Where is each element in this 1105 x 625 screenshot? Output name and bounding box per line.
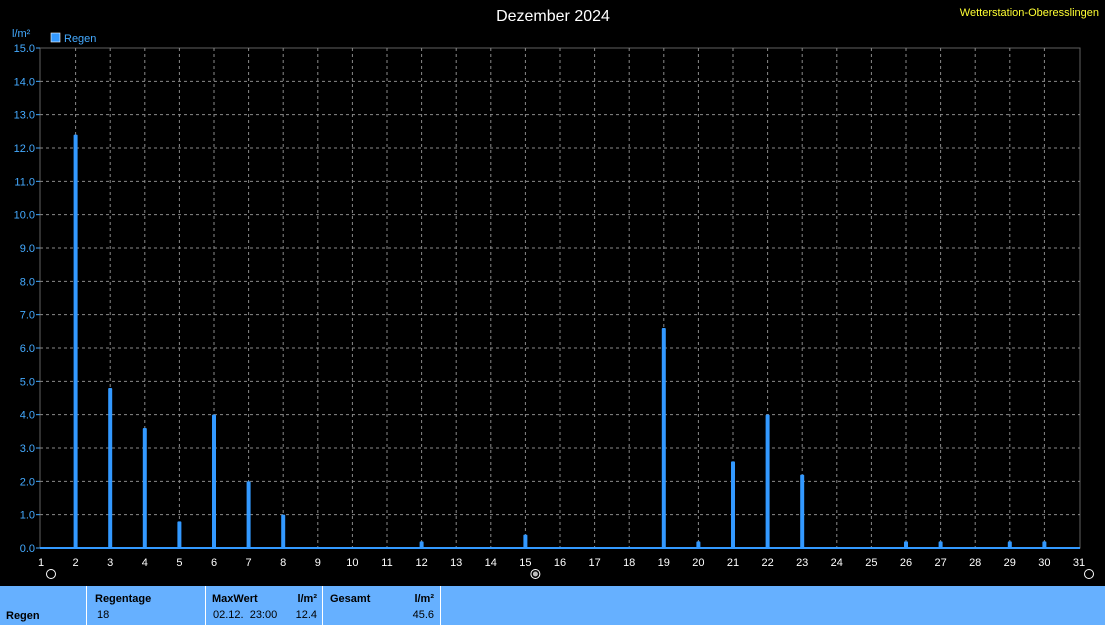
gesamt-unit: l/m²: [414, 593, 434, 605]
bar: [938, 541, 943, 548]
new-moon-icon: [1084, 569, 1094, 579]
bar: [765, 414, 770, 548]
x-tick-label: 1: [38, 557, 44, 569]
y-tick-label: 12.0: [14, 143, 35, 155]
bar: [1042, 541, 1047, 548]
y-tick-label: 13.0: [14, 110, 35, 122]
rain-chart: Dezember 2024 Wetterstation-Oberesslinge…: [12, 7, 1099, 579]
maxwert-date: 02.12. 23:00: [213, 609, 278, 621]
bar: [523, 534, 528, 548]
x-tick-label: 9: [315, 557, 321, 569]
x-tick-label: 22: [761, 557, 773, 569]
bar: [419, 541, 424, 548]
moon-phase-markers: [46, 569, 1094, 579]
y-tick-label: 10.0: [14, 210, 35, 222]
y-tick-label: 3.0: [20, 443, 35, 455]
stats-cell-gesamt: Gesamt l/m² 45.6: [323, 586, 441, 625]
bar: [661, 328, 666, 548]
regentage-label: Regentage: [95, 593, 152, 605]
x-tick-label: 21: [727, 557, 739, 569]
x-tick-label: 2: [73, 557, 79, 569]
y-tick-label: 1.0: [20, 510, 35, 522]
y-tick-label: 7.0: [20, 310, 35, 322]
x-tick-label: 11: [381, 557, 392, 569]
stats-panel: Regen Regentage 18 MaxWert l/m² 02.12. 2…: [0, 586, 1105, 625]
x-tick-label: 6: [211, 557, 217, 569]
grid: [39, 47, 1081, 549]
bar: [73, 134, 78, 548]
x-tick-label: 24: [831, 557, 843, 569]
bar: [1007, 541, 1012, 548]
x-tick-label: 18: [623, 557, 635, 569]
y-tick-label: 14.0: [14, 76, 35, 88]
chart-title: Dezember 2024: [496, 8, 610, 25]
x-tick-label: 31: [1073, 557, 1085, 569]
bar: [246, 481, 251, 548]
bar: [731, 461, 735, 548]
full-moon-icon: [530, 569, 541, 579]
x-tick-label: 23: [796, 557, 808, 569]
bar: [281, 514, 286, 548]
x-tick-label: 25: [865, 557, 877, 569]
moon-circle: [1084, 569, 1094, 579]
stats-cell-regentage: Regentage 18: [87, 586, 206, 625]
x-tick-label: 26: [900, 557, 912, 569]
x-tick-label: 28: [969, 557, 981, 569]
x-tick-label: 17: [588, 557, 600, 569]
bar: [800, 474, 805, 548]
y-axis-ticks: 0.0 1.0 2.0 3.0 4.0 5.0 6.0 7.0 8.0 9.0 10.0 11.0 12…: [14, 43, 40, 555]
maxwert-value: 12.4: [295, 609, 317, 621]
x-tick-label: 12: [415, 557, 427, 569]
y-axis-unit: l/m²: [12, 28, 31, 40]
new-moon-icon: [46, 569, 56, 579]
x-tick-label: 7: [246, 557, 252, 569]
y-tick-label: 5.0: [20, 376, 35, 388]
gesamt-label: Gesamt: [330, 593, 371, 605]
moon-fill: [532, 571, 538, 577]
regentage-value: 18: [97, 609, 110, 621]
bar: [904, 541, 908, 548]
y-tick-label: 6.0: [20, 343, 35, 355]
gesamt-value: 45.6: [412, 609, 434, 621]
y-tick-label: 2.0: [20, 476, 35, 488]
stats-cell-maxwert: MaxWert l/m² 02.12. 23:00 12.4: [206, 586, 323, 625]
legend-label-regen: Regen: [64, 33, 96, 45]
x-tick-label: 16: [554, 557, 566, 569]
y-tick-label: 15.0: [14, 43, 35, 55]
x-axis-ticks: 1 2 3 4 5 6 7 8 9 10 11 12 13 14 15 16 17 18 19 20 21 22 23 24 2…: [38, 557, 1085, 569]
y-tick-label: 4.0: [20, 410, 35, 422]
x-tick-label: 29: [1004, 557, 1016, 569]
x-tick-label: 30: [1038, 557, 1050, 569]
x-tick-label: 8: [280, 557, 286, 569]
maxwert-unit: l/m²: [297, 593, 317, 605]
x-tick-label: 5: [176, 557, 182, 569]
x-tick-label: 19: [658, 557, 670, 569]
x-tick-label: 10: [346, 557, 358, 569]
bar: [142, 428, 147, 548]
bar: [696, 541, 701, 548]
x-tick-label: 20: [692, 557, 704, 569]
y-tick-label: 8.0: [20, 276, 35, 288]
x-tick-label: 15: [519, 557, 531, 569]
station-name: Wetterstation-Oberesslingen: [960, 7, 1099, 19]
y-tick-label: 11.0: [14, 176, 35, 188]
y-tick-label: 0.0: [20, 543, 35, 555]
x-tick-label: 4: [142, 557, 148, 569]
legend-swatch-regen: [50, 32, 61, 43]
x-tick-label: 14: [485, 557, 497, 569]
x-tick-label: 3: [107, 557, 113, 569]
stats-cell-label: [0, 586, 87, 625]
moon-circle: [46, 569, 56, 579]
bar: [212, 414, 216, 548]
x-tick-label: 27: [934, 557, 946, 569]
y-tick-label: 9.0: [20, 243, 35, 255]
maxwert-label: MaxWert: [212, 593, 258, 605]
bar: [177, 521, 182, 548]
bar: [108, 388, 113, 548]
x-tick-label: 13: [450, 557, 462, 569]
